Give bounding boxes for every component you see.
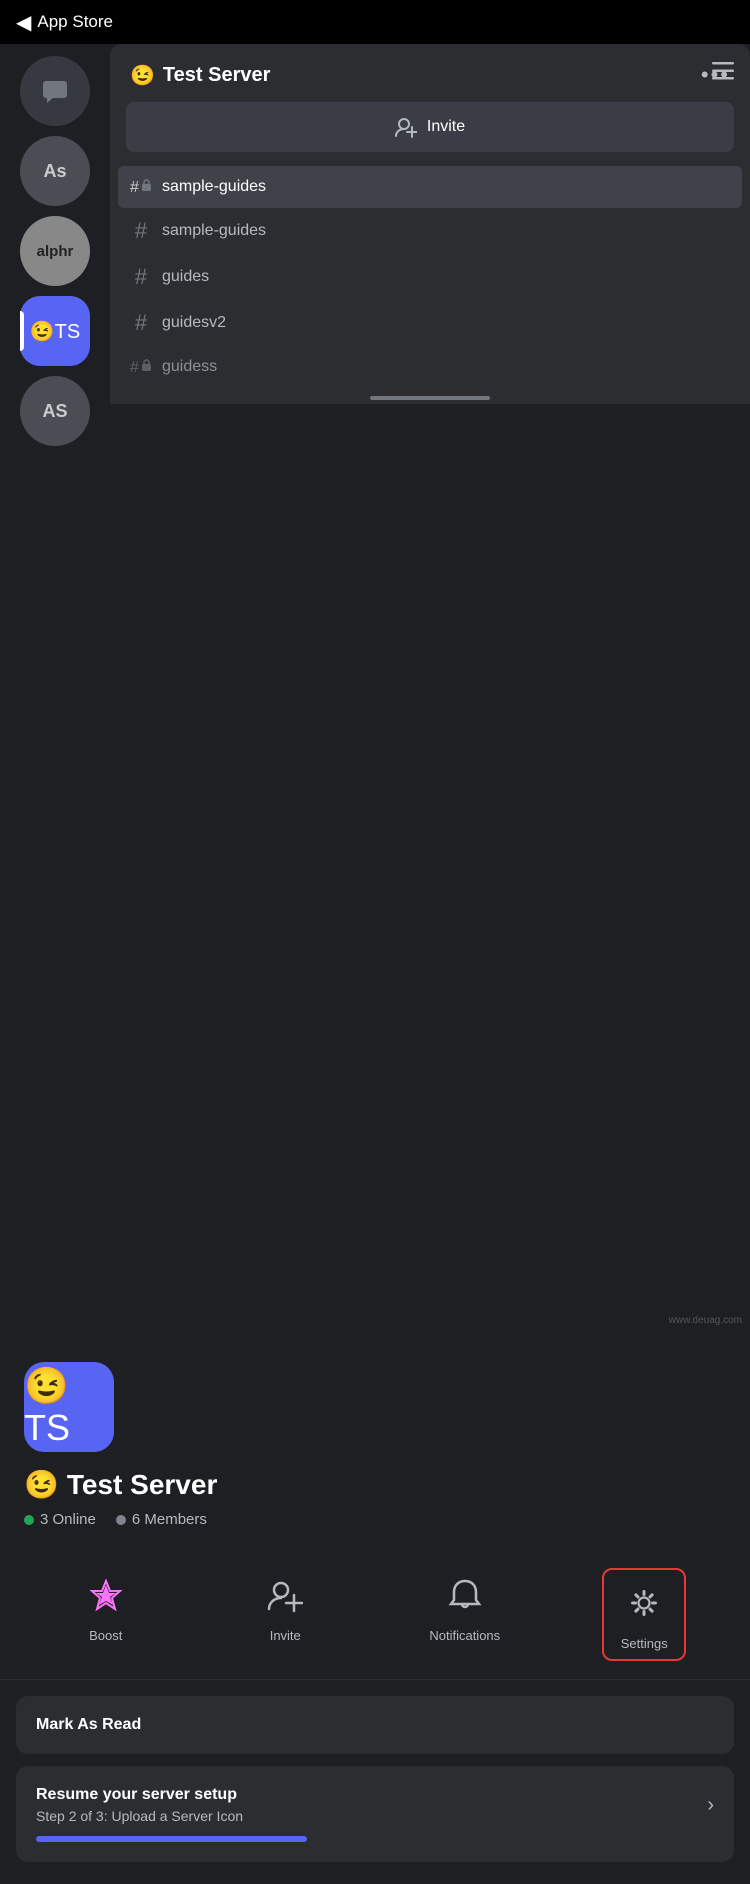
mark-as-read-label: Mark As Read bbox=[36, 1716, 141, 1733]
sidebar-label-ts: 😉TS bbox=[30, 319, 80, 344]
boost-icon-wrap bbox=[81, 1570, 131, 1620]
settings-label: Settings bbox=[621, 1636, 668, 1651]
invite-icon bbox=[267, 1577, 303, 1613]
channel-name: sample-guides bbox=[162, 222, 266, 240]
channel-item[interactable]: # guides bbox=[118, 254, 742, 300]
progress-bar-wrap bbox=[36, 1836, 714, 1842]
channel-list: # sample-guides # sample-guides bbox=[110, 166, 750, 388]
server-title-text: Test Server bbox=[163, 64, 270, 87]
scroll-indicator bbox=[110, 388, 750, 404]
sidebar-item-alphr[interactable]: alphr bbox=[20, 216, 90, 286]
channel-item[interactable]: # sample-guides bbox=[118, 208, 742, 254]
sidebar-item-ts-wrapper: 😉TS bbox=[20, 296, 90, 366]
sidebar-label-as1: As bbox=[43, 161, 66, 182]
active-indicator bbox=[20, 311, 24, 351]
channel-item[interactable]: # guidess bbox=[118, 346, 742, 388]
server-name-text: Test Server bbox=[67, 1469, 217, 1501]
hamburger-button[interactable] bbox=[712, 62, 734, 80]
notifications-label: Notifications bbox=[429, 1628, 500, 1643]
server-emoji: 😉 bbox=[130, 63, 155, 88]
invite-action-label: Invite bbox=[270, 1628, 301, 1643]
top-bar: ◀ App Store bbox=[0, 0, 750, 44]
hash-icon: # bbox=[130, 264, 152, 290]
back-chevron-icon: ◀ bbox=[16, 10, 31, 35]
chat-icon bbox=[39, 75, 71, 107]
scroll-bar bbox=[370, 396, 490, 400]
chevron-right-icon: › bbox=[707, 1794, 714, 1817]
boost-icon bbox=[88, 1577, 124, 1613]
back-button[interactable]: ◀ App Store bbox=[16, 10, 113, 35]
server-panel: 😉 Test Server ••• bbox=[110, 44, 750, 404]
sidebar-item-chat[interactable] bbox=[20, 56, 90, 126]
channel-item[interactable]: # sample-guides bbox=[118, 166, 742, 208]
server-logo-area: 😉TS 😉 Test Server 3 Online 6 Members bbox=[0, 1334, 750, 1528]
sidebar-label-alphr: alphr bbox=[37, 243, 74, 260]
progress-bar bbox=[36, 1836, 307, 1842]
sidebar-item-as1[interactable]: As bbox=[20, 136, 90, 206]
channel-name: guidess bbox=[162, 358, 217, 376]
server-setup-title: Resume your server setup bbox=[36, 1786, 243, 1804]
settings-button[interactable]: Settings bbox=[604, 1570, 684, 1659]
invite-action-button[interactable]: Invite bbox=[245, 1570, 325, 1659]
bell-icon bbox=[447, 1577, 483, 1613]
invite-button[interactable]: Invite bbox=[126, 102, 734, 152]
boost-button[interactable]: Boost bbox=[66, 1570, 146, 1659]
server-name-emoji: 😉 bbox=[24, 1468, 59, 1501]
hash-icon: # bbox=[130, 218, 152, 244]
online-dot bbox=[24, 1515, 34, 1525]
server-setup-row: Resume your server setup Step 2 of 3: Up… bbox=[36, 1786, 714, 1824]
sidebar-item-as2[interactable]: AS bbox=[20, 376, 90, 446]
invite-add-icon bbox=[395, 116, 417, 138]
sidebar: As alphr 😉TS AS bbox=[0, 44, 110, 574]
server-stats: 3 Online 6 Members bbox=[24, 1511, 726, 1528]
server-logo: 😉TS bbox=[24, 1362, 114, 1452]
sidebar-item-ts[interactable]: 😉TS bbox=[20, 296, 90, 366]
settings-icon-wrap bbox=[619, 1578, 669, 1628]
lock-hash-icon: # bbox=[130, 176, 152, 198]
watermark: www.deuag.com bbox=[669, 1315, 742, 1326]
server-name-large: 😉 Test Server bbox=[24, 1468, 726, 1501]
svg-text:#: # bbox=[130, 359, 139, 376]
server-info-section: 😉TS 😉 Test Server 3 Online 6 Members bbox=[0, 1334, 750, 1884]
sidebar-label-as2: AS bbox=[42, 401, 67, 422]
channel-name: guidesv2 bbox=[162, 314, 226, 332]
lock-hash-icon-2: # bbox=[130, 356, 152, 378]
hash-icon: # bbox=[130, 310, 152, 336]
main-layout: As alphr 😉TS AS bbox=[0, 44, 750, 1334]
gear-icon bbox=[626, 1585, 662, 1621]
online-stat: 3 Online bbox=[24, 1511, 96, 1528]
mark-as-read-section: Mark As Read Resume your server setup St… bbox=[0, 1680, 750, 1884]
member-dot bbox=[116, 1515, 126, 1525]
svg-text:#: # bbox=[130, 179, 139, 196]
server-setup-card[interactable]: Resume your server setup Step 2 of 3: Up… bbox=[16, 1766, 734, 1862]
server-panel-wrap: 😉 Test Server ••• bbox=[110, 44, 750, 574]
server-setup-subtitle: Step 2 of 3: Upload a Server Icon bbox=[36, 1808, 243, 1824]
invite-label: Invite bbox=[427, 118, 465, 136]
mark-as-read-card[interactable]: Mark As Read bbox=[16, 1696, 734, 1754]
notifications-icon-wrap bbox=[440, 1570, 490, 1620]
back-label: App Store bbox=[37, 12, 113, 32]
channel-name: sample-guides bbox=[162, 178, 266, 196]
member-count: 6 Members bbox=[132, 1511, 207, 1528]
online-count: 3 Online bbox=[40, 1511, 96, 1528]
invite-icon-wrap bbox=[260, 1570, 310, 1620]
notifications-button[interactable]: Notifications bbox=[425, 1570, 505, 1659]
top-portion: As alphr 😉TS AS bbox=[0, 44, 750, 574]
member-stat: 6 Members bbox=[116, 1511, 207, 1528]
server-logo-emoji: 😉TS bbox=[24, 1365, 114, 1449]
server-setup-text: Resume your server setup Step 2 of 3: Up… bbox=[36, 1786, 243, 1824]
server-title: 😉 Test Server bbox=[130, 63, 270, 88]
action-buttons-row: Boost Invite Notifications bbox=[0, 1552, 750, 1680]
channel-item[interactable]: # guidesv2 bbox=[118, 300, 742, 346]
server-header: 😉 Test Server ••• bbox=[110, 44, 750, 102]
channel-name: guides bbox=[162, 268, 209, 286]
boost-label: Boost bbox=[89, 1628, 122, 1643]
